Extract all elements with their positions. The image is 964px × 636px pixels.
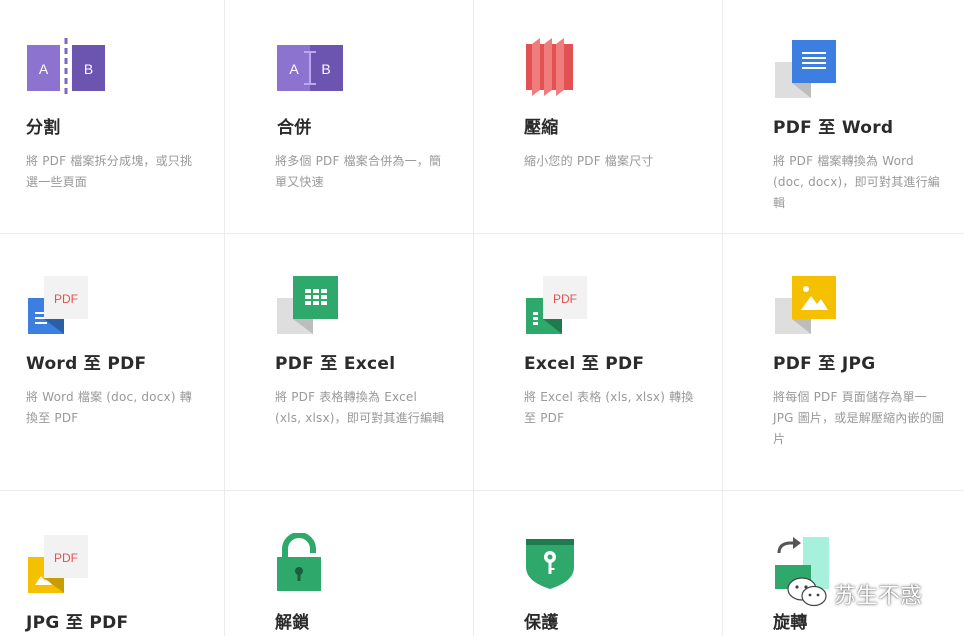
pdf-to-jpg-icon — [775, 274, 855, 334]
tool-card-jpg-to-pdf[interactable]: PDF JPG 至 PDF — [0, 491, 225, 636]
jpg-to-pdf-icon: PDF — [26, 533, 106, 593]
tool-card-pdf-to-excel[interactable]: PDF 至 Excel 將 PDF 表格轉換為 Excel (xls, xlsx… — [225, 234, 474, 491]
tool-card-protect[interactable]: 保護 — [474, 491, 723, 636]
word-to-pdf-icon: PDF — [26, 274, 106, 334]
word-to-pdf-icon-label: PDF — [54, 292, 78, 306]
tool-title: 保護 — [524, 613, 559, 633]
merge-icon-label-a: A — [289, 61, 299, 77]
tool-title: PDF 至 Excel — [275, 354, 396, 374]
unlock-icon — [277, 532, 357, 593]
tool-card-excel-to-pdf[interactable]: PDF Excel 至 PDF 將 Excel 表格 (xls, xlsx) 轉… — [474, 234, 723, 491]
tool-description: 將 PDF 檔案拆分成塊，或只挑選一些頁面 — [26, 154, 193, 189]
merge-icon-label-b: B — [321, 61, 330, 77]
pdf-to-excel-icon — [277, 274, 357, 334]
merge-icon: A B — [277, 38, 357, 98]
jpg-to-pdf-icon-label: PDF — [54, 551, 78, 565]
compress-icon — [526, 38, 606, 98]
watermark: 苏生不惑 — [786, 574, 922, 614]
tool-card-compress[interactable]: 壓縮 縮小您的 PDF 檔案尺寸 — [474, 0, 723, 234]
excel-to-pdf-icon: PDF — [526, 274, 606, 334]
tool-card-pdf-to-word[interactable]: PDF 至 Word 將 PDF 檔案轉換為 Word (doc, docx)，… — [723, 0, 964, 234]
split-icon-label-a: A — [39, 61, 49, 77]
tool-title: PDF 至 JPG — [773, 354, 876, 374]
tool-title: Word 至 PDF — [26, 354, 147, 374]
protect-icon — [526, 533, 606, 593]
tool-title: JPG 至 PDF — [26, 613, 129, 633]
tool-title: 壓縮 — [524, 118, 559, 138]
tool-card-rotate[interactable]: 旋轉 — [723, 491, 964, 636]
tool-description: 縮小您的 PDF 檔案尺寸 — [524, 154, 654, 168]
tool-card-word-to-pdf[interactable]: PDF Word 至 PDF 將 Word 檔案 (doc, docx) 轉換至… — [0, 234, 225, 491]
tool-title: 分割 — [26, 118, 61, 138]
tool-card-split[interactable]: A B 分割 將 PDF 檔案拆分成塊，或只挑選一些頁面 — [0, 0, 225, 234]
tool-description: 將 Word 檔案 (doc, docx) 轉換至 PDF — [26, 390, 192, 425]
tool-title: 合併 — [277, 118, 312, 138]
split-icon-label-b: B — [84, 61, 93, 77]
tool-title: PDF 至 Word — [773, 118, 894, 138]
pdf-to-word-icon — [775, 38, 855, 98]
tool-title: Excel 至 PDF — [524, 354, 645, 374]
wechat-icon — [786, 575, 828, 613]
tool-title: 解鎖 — [275, 613, 310, 633]
excel-to-pdf-icon-label: PDF — [553, 292, 577, 306]
split-icon: A B — [26, 38, 106, 98]
tool-description: 將 PDF 表格轉換為 Excel (xls, xlsx)，即可對其進行編輯 — [275, 390, 445, 425]
tool-card-merge[interactable]: A B 合併 將多個 PDF 檔案合併為一，簡單又快速 — [225, 0, 474, 234]
tool-description: 將 Excel 表格 (xls, xlsx) 轉換至 PDF — [524, 390, 694, 425]
watermark-text: 苏生不惑 — [834, 584, 923, 609]
tool-card-unlock[interactable]: 解鎖 — [225, 491, 474, 636]
tool-description: 將多個 PDF 檔案合併為一，簡單又快速 — [275, 154, 442, 189]
tools-grid: A B 分割 將 PDF 檔案拆分成塊，或只挑選一些頁面 A B 合併 將多個 … — [0, 0, 964, 636]
tool-description: 將每個 PDF 頁面儲存為單一 JPG 圖片，或是解壓縮內嵌的圖片 — [773, 390, 945, 446]
tool-description: 將 PDF 檔案轉換為 Word (doc, docx)，即可對其進行編輯 — [773, 154, 941, 210]
tool-card-pdf-to-jpg[interactable]: PDF 至 JPG 將每個 PDF 頁面儲存為單一 JPG 圖片，或是解壓縮內嵌… — [723, 234, 964, 491]
